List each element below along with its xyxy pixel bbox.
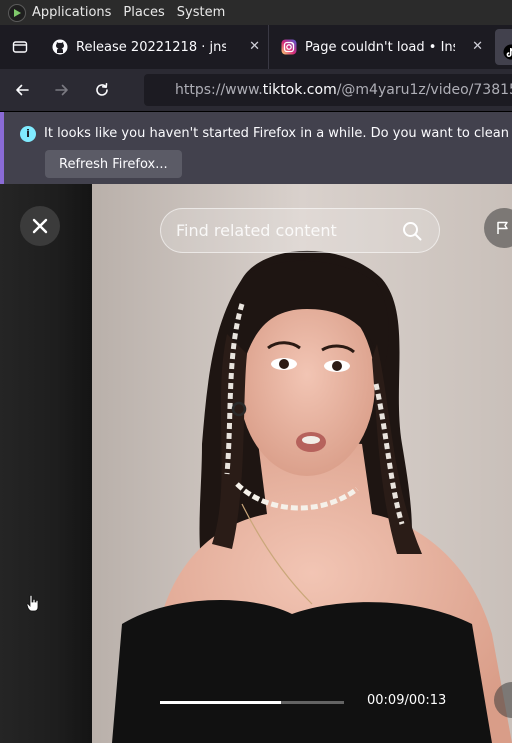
reload-button[interactable]	[84, 74, 120, 106]
refresh-firefox-button[interactable]: Refresh Firefox...	[45, 150, 182, 178]
mouse-pointer-hand-icon	[26, 594, 39, 612]
screen: Applications Places System Release 20221…	[0, 0, 512, 743]
tab-list-button[interactable]	[0, 25, 40, 69]
search-icon[interactable]	[401, 220, 423, 242]
tab-close-icon[interactable]: ✕	[249, 39, 260, 54]
video-progress-fill	[160, 701, 282, 704]
instagram-icon	[281, 39, 297, 55]
refresh-firefox-notification: i It looks like you haven't started Fire…	[0, 112, 512, 184]
video-player[interactable]	[92, 184, 512, 743]
url-bar[interactable]: https://www.tiktok.com/@m4yaru1z/video/7…	[144, 74, 512, 106]
tab-bar: Release 20221218 · jnsh/arch ✕ Page coul…	[0, 25, 512, 69]
tab-github-release[interactable]: Release 20221218 · jnsh/arch ✕	[40, 25, 268, 69]
left-backdrop	[0, 184, 92, 743]
close-video-button[interactable]	[20, 206, 60, 246]
applications-icon[interactable]	[8, 3, 26, 22]
navigation-bar: https://www.tiktok.com/@m4yaru1z/video/7…	[0, 69, 512, 111]
tab-list-icon	[12, 41, 28, 53]
github-icon	[52, 39, 68, 55]
find-related-content-search[interactable]: Find related content	[160, 208, 440, 253]
tab-title: Page couldn't load • Instagram	[305, 39, 455, 55]
video-time: 00:09/00:13	[367, 693, 447, 708]
tab-title: Release 20221218 · jnsh/arch	[76, 39, 226, 55]
close-icon	[32, 218, 48, 234]
video-progress-bar[interactable]	[160, 701, 344, 704]
tiktok-page: Find related content 00:09/00:13	[0, 184, 512, 743]
notification-message: It looks like you haven't started Firefo…	[44, 126, 512, 141]
top-panel: Applications Places System	[0, 0, 512, 25]
back-arrow-icon	[16, 84, 29, 96]
tab-close-icon[interactable]: ✕	[472, 39, 483, 54]
tab-instagram[interactable]: Page couldn't load • Instagram ✕	[268, 25, 491, 69]
menu-system[interactable]: System	[177, 5, 225, 20]
tiktok-icon	[503, 44, 512, 60]
forward-button[interactable]	[44, 74, 80, 106]
menu-places[interactable]: Places	[123, 5, 164, 20]
video-frame-image	[92, 184, 512, 743]
info-icon: i	[20, 126, 36, 142]
url-text: https://www.tiktok.com/@m4yaru1z/video/7…	[175, 82, 512, 98]
menu-applications[interactable]: Applications	[32, 5, 111, 20]
reload-icon	[96, 83, 108, 96]
tab-tiktok-active[interactable]	[495, 29, 512, 65]
back-button[interactable]	[4, 74, 40, 106]
forward-arrow-icon	[55, 84, 68, 96]
search-placeholder: Find related content	[176, 221, 337, 240]
flag-icon	[497, 221, 508, 234]
